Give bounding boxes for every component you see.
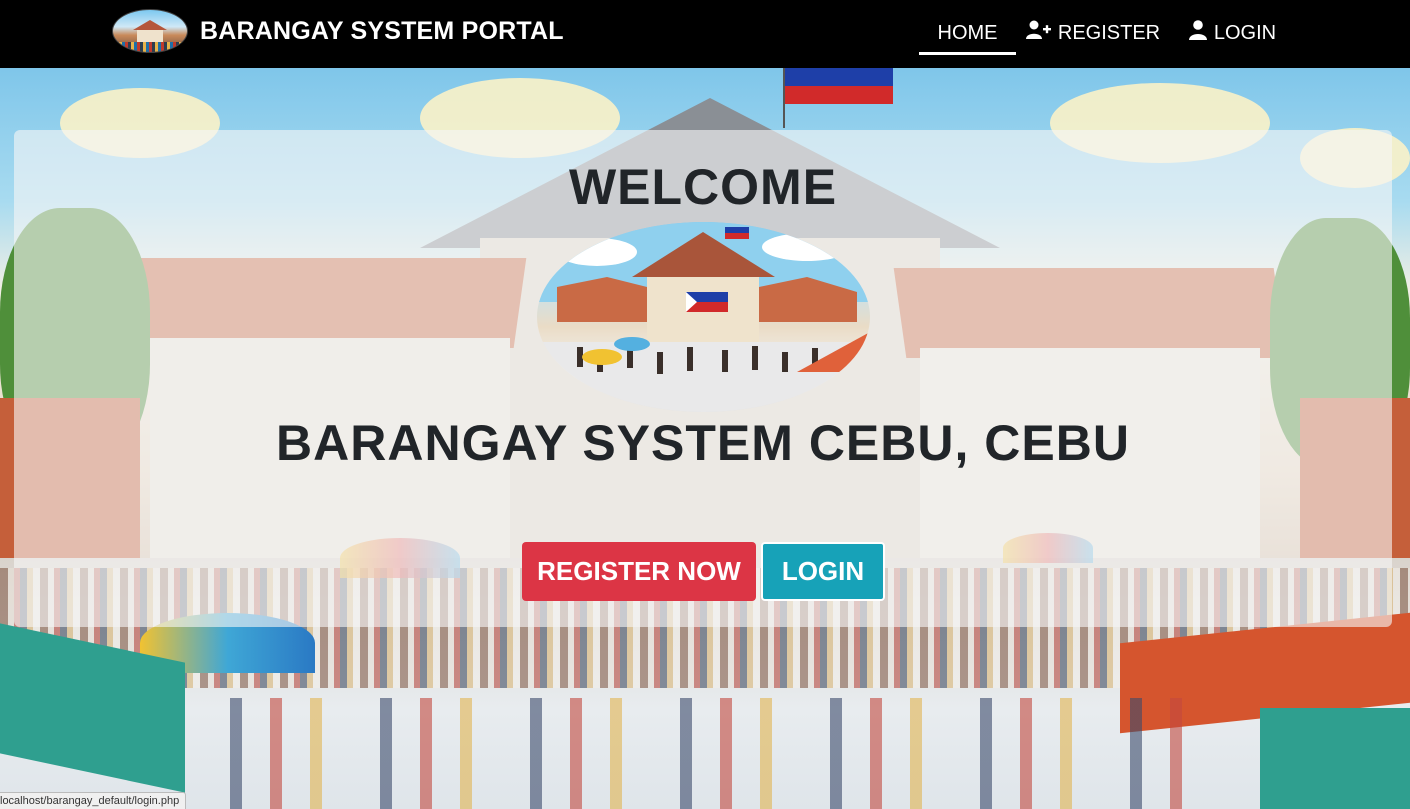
nav-home[interactable]: HOME — [919, 14, 1016, 55]
nav-register-label: REGISTER — [1057, 21, 1161, 44]
user-icon — [1188, 20, 1208, 46]
brand[interactable]: BARANGAY SYSTEM PORTAL — [112, 9, 564, 53]
brand-logo — [112, 9, 188, 53]
status-bar-url: localhost/barangay_default/login.php — [0, 792, 187, 809]
nav-home-label: HOME — [937, 21, 998, 44]
system-title: BARANGAY SYSTEM CEBU, CEBU — [276, 415, 1130, 471]
nav-login[interactable]: LOGIN — [1188, 14, 1277, 52]
user-plus-icon — [1025, 20, 1052, 46]
register-now-button[interactable]: REGISTER NOW — [522, 542, 756, 601]
login-button[interactable]: LOGIN — [761, 542, 885, 601]
nav-login-label: LOGIN — [1213, 21, 1277, 44]
brand-name: BARANGAY SYSTEM PORTAL — [200, 16, 564, 45]
barangay-logo — [537, 222, 870, 412]
navbar: BARANGAY SYSTEM PORTAL HOME REGISTER LOG… — [0, 0, 1410, 68]
nav-register[interactable]: REGISTER — [1025, 14, 1160, 52]
hero-section: WELCOME BARANGAY SYSTEM CEBU, CEBU REGIS… — [0, 68, 1410, 809]
welcome-heading: WELCOME — [568, 159, 838, 215]
